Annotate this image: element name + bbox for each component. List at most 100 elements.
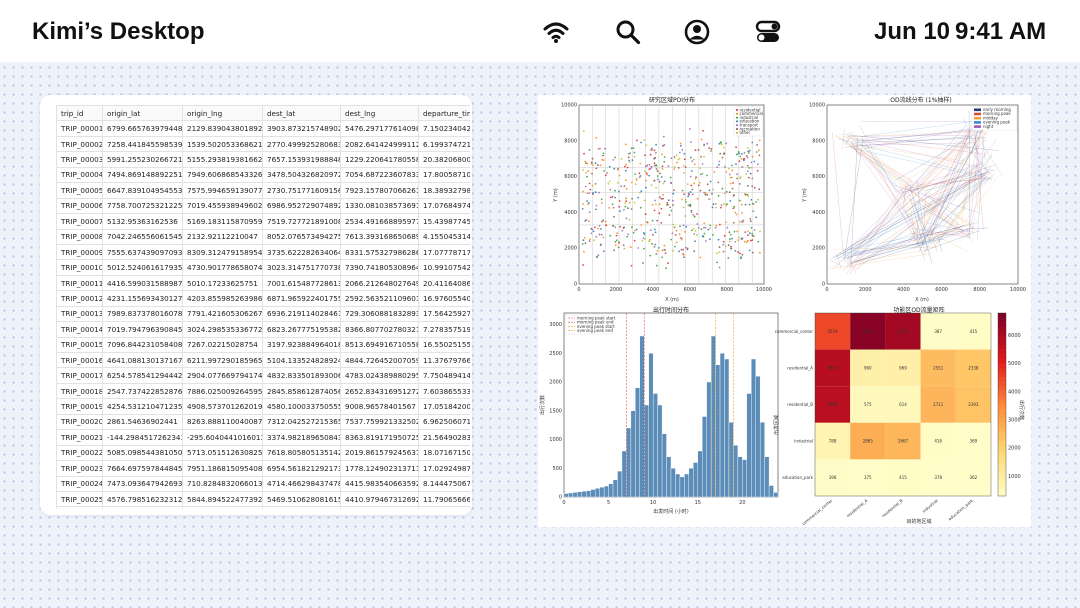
- colorbar-segment: [998, 436, 1006, 442]
- column-header[interactable]: dest_lat: [262, 105, 341, 122]
- heatmap-title: 功能区OD流量矩阵: [893, 306, 944, 314]
- table-row[interactable]: TRIP_00023 7664.697597844845 7951.18681509…: [56, 460, 470, 477]
- wifi-icon[interactable]: [543, 19, 569, 45]
- poi-point: [619, 225, 621, 228]
- poi-point: [716, 261, 718, 264]
- poi-point: [600, 228, 602, 230]
- colorbar-segment: [998, 482, 1006, 488]
- table-row[interactable]: TRIP_00018 2547.737422852876 7886.02500926…: [56, 382, 470, 400]
- table-cell: 5844.8945224773925: [182, 490, 263, 508]
- table-cell: 7096.844231058408: [102, 336, 183, 354]
- column-header[interactable]: origin_lng: [182, 105, 263, 122]
- hist-bar: [751, 358, 756, 498]
- poi-point: [729, 182, 732, 185]
- heatmap-cell-value: 960: [864, 365, 872, 370]
- poi-point: [653, 149, 656, 152]
- poi-point: [588, 149, 591, 151]
- column-header[interactable]: dest_lng: [340, 105, 419, 122]
- user-circle-icon[interactable]: [684, 19, 710, 45]
- table-cell: TRIP_00013: [56, 305, 103, 323]
- poi-point: [628, 161, 631, 163]
- table-cell: 1229.2206417805587: [340, 151, 419, 168]
- poi-point: [743, 151, 746, 154]
- table-row[interactable]: TRIP_00019 4254.531210471235 4908.57370126…: [56, 398, 470, 415]
- poi-point: [662, 135, 665, 138]
- table-cell: 6823.267775195382: [262, 321, 341, 338]
- table-row[interactable]: TRIP_00005 6647.839104954553 7575.99465913…: [56, 182, 470, 199]
- search-icon[interactable]: [615, 19, 641, 45]
- table-row[interactable]: TRIP_00025 4576.798516232312 5844.89452247…: [56, 490, 470, 508]
- colorbar-segment: [998, 468, 1006, 474]
- table-row[interactable]: TRIP_00007 5132.95363162536 5169.183115870…: [56, 213, 470, 230]
- poi-point: [717, 238, 720, 241]
- table-cell: TRIP_00006: [56, 197, 103, 215]
- poi-point: [747, 234, 749, 237]
- poi-point: [651, 219, 654, 222]
- poi-point: [606, 172, 608, 174]
- table-row[interactable]: TRIP_00012 4231.155693430127 4203.85598526…: [56, 290, 470, 307]
- table-row[interactable]: TRIP_00002 7258.441845598539 1539.50205336…: [56, 135, 470, 153]
- poi-point: [639, 175, 642, 177]
- table-row[interactable]: TRIP_00026-154.46474611450 72-273.988793…: [56, 506, 470, 509]
- table-cell: 8309.312479158954: [182, 243, 263, 261]
- poi-point: [700, 173, 702, 176]
- table-row[interactable]: TRIP_00003 5991.255230266721 5155.29381938…: [56, 151, 470, 168]
- table-cell: 4231.155693430127: [102, 290, 183, 307]
- heatmap-cell-value: 5868: [828, 402, 839, 407]
- poi-point: [614, 189, 616, 192]
- table-row[interactable]: TRIP_00009 7555.637439097093 8309.31247915…: [56, 243, 470, 261]
- poi-point: [617, 246, 620, 249]
- colorbar-segment: [998, 491, 1006, 497]
- poi-point: [584, 242, 587, 245]
- poi-point: [602, 159, 605, 161]
- heatmap-cell-value: 2338: [968, 365, 979, 370]
- table-row[interactable]: TRIP_00017 6254.578541294442 2904.07766979…: [56, 367, 470, 384]
- table-row[interactable]: TRIP_00006 7758.700725321225 7019.45593894…: [56, 197, 470, 215]
- control-center-icon[interactable]: [755, 19, 781, 45]
- poi-point: [686, 247, 689, 250]
- table-cell: 4580.100033750555: [262, 398, 341, 415]
- table-row[interactable]: TRIP_00015 7096.844231058408 7267.02215028…: [56, 336, 470, 354]
- table-viewport[interactable]: trip_id origin_lat origin_lng dest_lat dest_…: [56, 105, 470, 509]
- table-row[interactable]: TRIP_00011 4416.599031588987 5010.17233625…: [56, 274, 470, 292]
- table-cell: 7019.794796390845: [102, 321, 183, 338]
- poi-point: [648, 163, 651, 166]
- poi-point: [625, 217, 628, 220]
- poi-point: [711, 192, 713, 195]
- table-cell: 2066.2126480276497: [340, 274, 419, 292]
- table-row[interactable]: TRIP_00020 2861.54636902441 8263.888110040…: [56, 413, 470, 431]
- hist-bar: [764, 456, 770, 498]
- poi-point: [702, 235, 705, 238]
- heatmap-col-label: commercial_center: [801, 498, 834, 527]
- table-cell: 7758.700725321225: [102, 197, 183, 215]
- hist-bar: [728, 422, 734, 498]
- table-row[interactable]: TRIP_00001 6799.6657639794485 2129.8390438…: [56, 120, 470, 137]
- heatmap-col-label: residential_B: [881, 498, 904, 519]
- poi-point: [752, 203, 755, 206]
- table-row[interactable]: TRIP_00008 7042.246556061545 2132.92112210…: [56, 228, 470, 245]
- poi-point: [600, 243, 602, 246]
- table-row[interactable]: TRIP_00021 -144.29845172623413 -295.604044…: [56, 429, 470, 446]
- poi-point: [680, 248, 683, 251]
- table-row[interactable]: TRIP_00014 7019.794796390845 3024.29853533…: [56, 321, 470, 338]
- table-row[interactable]: TRIP_00024 7473.093647942693 710.828483206…: [56, 475, 470, 492]
- table-row[interactable]: TRIP_00022 5085.0985443810505 5713.0515126…: [56, 444, 470, 462]
- hist-bar: [621, 450, 627, 498]
- table-row[interactable]: TRIP_00010 5012.524061617935 4730.90177865…: [56, 259, 470, 276]
- poi-point: [748, 149, 751, 152]
- table-row[interactable]: TRIP_00004 7494.869148892251 7949.60686854…: [56, 166, 470, 184]
- table-cell: TRIP_00017: [56, 367, 103, 384]
- table-row[interactable]: TRIP_00016 4641.088130137167 6211.99729018…: [56, 351, 470, 369]
- hist-legend-label: evening peak end: [577, 328, 613, 333]
- poi-point: [700, 138, 703, 141]
- poi-point: [594, 226, 596, 229]
- column-header[interactable]: trip_id: [56, 105, 103, 122]
- table-row[interactable]: TRIP_00013 7989.837378016078 7791.42160530…: [56, 305, 470, 323]
- poi-point: [718, 142, 721, 145]
- column-header[interactable]: origin_lat: [102, 105, 183, 122]
- column-header[interactable]: departure_time: [418, 105, 470, 122]
- poi-point: [683, 152, 686, 155]
- poi-point: [642, 237, 645, 240]
- desktop-title: Kimi’s Desktop: [32, 18, 205, 45]
- table-cell: -295.60404410160135: [182, 429, 263, 446]
